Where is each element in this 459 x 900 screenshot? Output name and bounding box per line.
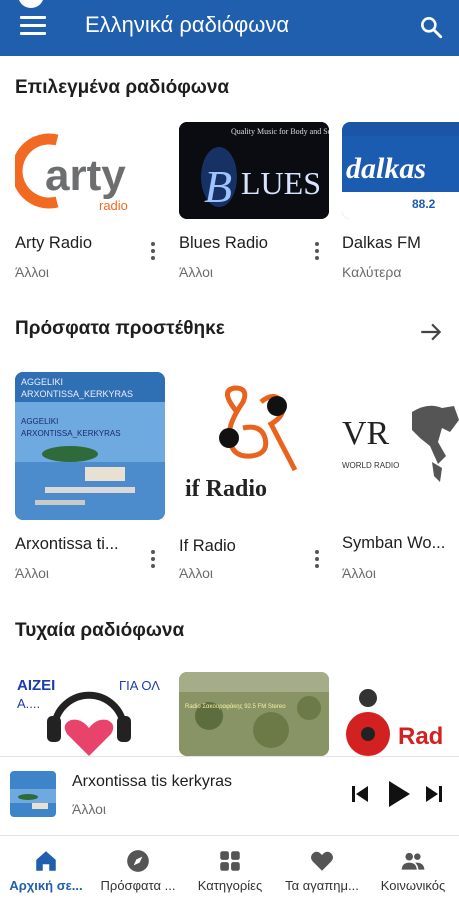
svg-text:88.2: 88.2 (412, 197, 436, 211)
station-name: Symban Wo... (342, 534, 446, 552)
svg-text:LUES: LUES (241, 165, 321, 201)
nav-label: Πρόσφατα ... (100, 878, 176, 893)
svg-text:if Radio: if Radio (185, 476, 267, 502)
more-options-icon[interactable] (151, 242, 157, 264)
nav-label: Κατηγορίες (197, 878, 263, 893)
svg-text:Quality Music for Body and Sou: Quality Music for Body and Soul (231, 127, 329, 136)
bottom-navigation: Αρχική σε... Πρόσφατα ... Κατηγορίες Τα … (0, 836, 459, 900)
station-logo: AGGELIKI ARXONTISSA_KERKYRAS AGGELIKI AR… (15, 372, 165, 520)
station-name: Arty Radio (15, 234, 93, 252)
skip-next-icon[interactable] (424, 783, 444, 805)
svg-text:Rad: Rad (398, 723, 443, 750)
svg-text:Radio Σακουραφάκης 92.5 FM Ste: Radio Σακουραφάκης 92.5 FM Stereo (185, 703, 286, 710)
svg-text:AGGELIKI: AGGELIKI (21, 377, 63, 387)
station-logo: dalkas 88.2 88.2 (342, 122, 459, 219)
station-name: Blues Radio (179, 234, 268, 252)
station-logo: VR WORLD RADIO (342, 372, 459, 520)
home-icon (36, 851, 56, 871)
app-bar: Ελληνικά ραδιόφωνα (0, 0, 459, 56)
station-category: Άλλοι (179, 264, 214, 280)
skip-previous-icon[interactable] (350, 783, 370, 805)
nav-label: Κοινωνικός (380, 878, 446, 893)
svg-text:ARXONTISSA_KERKYRAS: ARXONTISSA_KERKYRAS (21, 429, 121, 438)
nav-item-recent[interactable]: Πρόσφατα ... (92, 836, 184, 900)
station-logo: B LUES Quality Music for Body and Soul (179, 122, 329, 219)
more-options-icon[interactable] (315, 242, 321, 264)
svg-text:radio: radio (99, 198, 128, 213)
heart-icon (311, 851, 333, 871)
svg-text:arty: arty (45, 151, 126, 200)
station-name: Arxontissa ti... (15, 535, 119, 553)
status-indicator (18, 0, 44, 8)
nav-item-categories[interactable]: Κατηγορίες (184, 836, 276, 900)
svg-text:VR: VR (342, 415, 390, 452)
section-title-featured: Επιλεγμένα ραδιόφωνα (15, 77, 230, 98)
station-logo: Rad (342, 672, 459, 756)
people-icon (401, 852, 425, 870)
station-logo: arty radio (15, 122, 165, 219)
nav-item-favorites[interactable]: Τα αγαπημ... (276, 836, 368, 900)
svg-text:WORLD RADIO: WORLD RADIO (342, 461, 399, 470)
station-logo: ΑΙΖΕΙ ΓΙΑ ΟΛ Α.... (15, 672, 165, 756)
now-playing-subtitle: Άλλοι (72, 801, 107, 817)
svg-text:AGGELIKI: AGGELIKI (21, 417, 58, 426)
nav-item-social[interactable]: Κοινωνικός (367, 836, 459, 900)
svg-text:B: B (204, 161, 232, 212)
now-playing-artwork (10, 771, 56, 817)
svg-text:Α....: Α.... (17, 696, 40, 711)
more-options-icon[interactable] (315, 550, 321, 572)
station-name: If Radio (179, 537, 236, 555)
station-category: Άλλοι (15, 565, 50, 581)
compass-icon (127, 850, 149, 872)
svg-text:ARXONTISSA_KERKYRAS: ARXONTISSA_KERKYRAS (21, 389, 133, 399)
logo-text: ΑΙΖΕΙ (17, 677, 55, 694)
mini-player[interactable]: Arxontissa tis kerkyras Άλλοι (0, 756, 459, 836)
svg-text:ΓΙΑ ΟΛ: ΓΙΑ ΟΛ (119, 678, 160, 693)
section-title-random: Τυχαία ραδιόφωνα (15, 620, 185, 641)
page-title: Ελληνικά ραδιόφωνα (85, 12, 290, 37)
nav-label: Αρχική σε... (9, 878, 83, 893)
station-name: Dalkas FM (342, 234, 421, 252)
station-logo: Radio Σακουραφάκης 92.5 FM Stereo (179, 672, 329, 756)
station-category: Άλλοι (15, 264, 50, 280)
section-title-recent: Πρόσφατα προστέθηκε (15, 318, 225, 339)
play-icon[interactable] (386, 779, 412, 809)
station-category: Καλύτερα (342, 264, 402, 280)
arrow-right-icon[interactable] (418, 319, 444, 345)
search-icon[interactable] (418, 14, 444, 40)
nav-item-home[interactable]: Αρχική σε... (0, 836, 92, 900)
station-logo: if Radio (179, 372, 329, 520)
station-category: Άλλοι (342, 565, 377, 581)
nav-label: Τα αγαπημ... (285, 878, 359, 893)
station-category: Άλλοι (179, 565, 214, 581)
more-options-icon[interactable] (151, 550, 157, 572)
menu-icon[interactable] (20, 16, 46, 36)
svg-text:dalkas: dalkas (346, 152, 426, 185)
grid-icon (220, 851, 240, 871)
now-playing-title: Arxontissa tis kerkyras (72, 773, 233, 790)
